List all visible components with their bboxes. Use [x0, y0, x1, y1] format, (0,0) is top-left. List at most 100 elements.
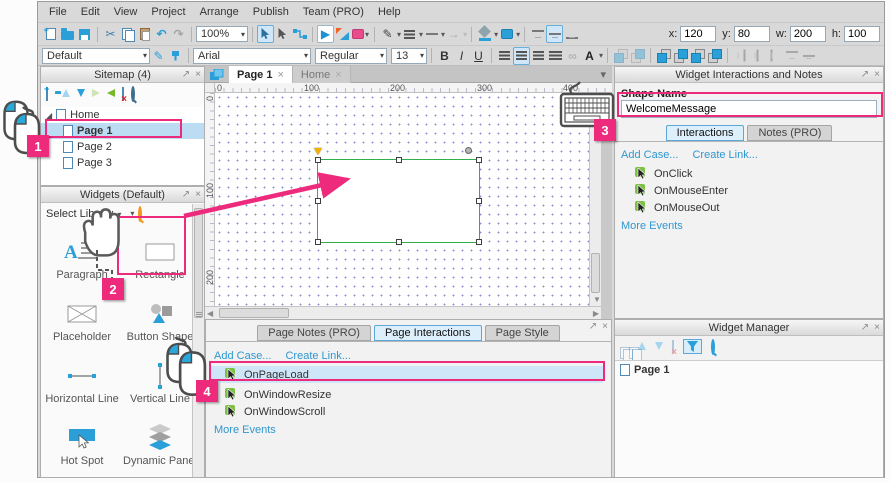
widget-dynamic-panel[interactable]: Dynamic Panel — [123, 421, 197, 467]
tab-home[interactable]: Home× — [293, 66, 351, 83]
new-file-button[interactable] — [42, 25, 59, 43]
widgets-scrollbar[interactable] — [192, 204, 204, 477]
widget-rectangle[interactable]: Rectangle — [123, 235, 197, 281]
align-right-edges-button[interactable] — [766, 47, 783, 65]
valign-top-button[interactable] — [529, 25, 546, 43]
valign-bottom-button[interactable] — [563, 25, 580, 43]
widget-partial-right[interactable] — [123, 469, 197, 478]
create-link-link[interactable]: Create Link... — [692, 149, 757, 161]
y-field[interactable] — [734, 26, 770, 42]
group-button[interactable] — [612, 47, 629, 65]
widget-vertical-line[interactable]: Vertical Line — [123, 359, 197, 405]
undock-icon[interactable]: ↗ — [861, 67, 869, 82]
event-onwindowscroll[interactable]: OnWindowScroll — [209, 403, 603, 420]
tab-notes[interactable]: Notes (PRO) — [747, 125, 832, 141]
shape-name-input[interactable] — [621, 100, 877, 118]
create-link-link[interactable]: Create Link... — [285, 350, 350, 362]
menu-edit[interactable]: Edit — [74, 3, 107, 21]
widget-button-shape[interactable]: Button Shape — [123, 297, 197, 343]
cut-button[interactable]: ✂ — [102, 25, 119, 43]
widget-horizontal-line[interactable]: Horizontal Line — [45, 359, 119, 405]
align-tops-button[interactable] — [783, 47, 800, 65]
send-backward-button[interactable] — [706, 47, 723, 65]
resize-handle-w[interactable] — [315, 198, 321, 204]
event-onmouseout[interactable]: OnMouseOut — [635, 199, 728, 216]
connect-mode-button[interactable] — [291, 25, 308, 43]
tab-page-interactions[interactable]: Page Interactions — [374, 325, 482, 341]
event-onpageload[interactable]: OnPageLoad — [209, 366, 603, 383]
align-center-button[interactable] — [513, 47, 530, 65]
menu-team[interactable]: Team (PRO) — [296, 3, 371, 21]
event-onmouseenter[interactable]: OnMouseEnter — [635, 182, 728, 199]
close-icon[interactable]: × — [195, 187, 201, 202]
close-icon[interactable]: × — [195, 67, 201, 82]
manager-item-page1[interactable]: Page 1 — [615, 361, 883, 379]
resize-handle-s[interactable] — [396, 239, 402, 245]
open-button[interactable] — [59, 25, 76, 43]
menu-help[interactable]: Help — [371, 3, 408, 21]
tab-page-style[interactable]: Page Style — [485, 325, 560, 341]
italic-button[interactable]: I — [453, 47, 470, 65]
font-color-button[interactable]: A — [581, 47, 598, 65]
save-button[interactable] — [76, 25, 93, 43]
line-weight-button[interactable] — [401, 25, 418, 43]
font-select[interactable]: Arial▾ — [193, 48, 311, 64]
preview-button[interactable]: ▶ — [317, 25, 334, 43]
add-page-button[interactable] — [46, 88, 48, 100]
arrow-style-button[interactable]: → — [445, 25, 462, 43]
align-centers-button[interactable] — [749, 47, 766, 65]
insert-link-button[interactable]: ∞ — [564, 47, 581, 65]
indent-button[interactable] — [92, 88, 100, 100]
menu-view[interactable]: View — [107, 3, 145, 21]
close-icon[interactable]: × — [874, 67, 880, 82]
menu-project[interactable]: Project — [144, 3, 192, 21]
sitemap-search-button[interactable] — [131, 88, 135, 100]
outdent-button[interactable] — [107, 88, 115, 100]
tree-item-page2[interactable]: Page 2 — [41, 139, 204, 155]
select-intersect-button[interactable] — [274, 25, 291, 43]
x-field[interactable] — [680, 26, 716, 42]
copy-button[interactable] — [119, 25, 136, 43]
tree-item-home[interactable]: ◢ Home — [41, 107, 204, 123]
widget-paragraph[interactable]: A Paragraph — [45, 235, 119, 281]
h-field[interactable] — [844, 26, 880, 42]
line-style-button[interactable] — [423, 25, 440, 43]
delete-page-button[interactable] — [122, 88, 124, 100]
scrollbar-thumb[interactable] — [194, 208, 203, 318]
undo-button[interactable]: ↶ — [153, 25, 170, 43]
resize-handle-ne[interactable] — [476, 157, 482, 163]
tab-page1[interactable]: Page 1× — [229, 66, 293, 83]
filter-button[interactable] — [683, 339, 702, 354]
undock-icon[interactable]: ↗ — [861, 320, 869, 335]
more-events-link[interactable]: More Events — [214, 424, 276, 436]
publish-button[interactable]: ▾ — [351, 25, 370, 43]
add-case-link[interactable]: Add Case... — [621, 149, 678, 161]
manager-search-button[interactable] — [711, 341, 715, 353]
align-left-edges-button[interactable] — [732, 47, 749, 65]
widget-style-select[interactable]: Default▾ — [42, 48, 150, 64]
tab-page-notes[interactable]: Page Notes (PRO) — [257, 325, 371, 341]
select-mode-button[interactable] — [257, 25, 274, 43]
widgets-search-button[interactable] — [138, 208, 142, 220]
bring-to-front-button[interactable] — [655, 47, 672, 65]
w-field[interactable] — [790, 26, 826, 42]
resize-handle-n[interactable] — [396, 157, 402, 163]
scroll-left-icon[interactable]: ◀ — [207, 309, 213, 319]
widget-partial-left[interactable] — [45, 469, 119, 478]
undock-icon[interactable]: ↗ — [182, 67, 190, 82]
resize-handle-sw[interactable] — [315, 239, 321, 245]
tree-item-page3[interactable]: Page 3 — [41, 155, 204, 171]
share-button[interactable] — [334, 25, 351, 43]
event-onwindowresize[interactable]: OnWindowResize — [209, 386, 603, 403]
menu-file[interactable]: File — [42, 3, 74, 21]
font-size-select[interactable]: 13▾ — [391, 48, 427, 64]
resize-handle-e[interactable] — [476, 198, 482, 204]
menu-arrange[interactable]: Arrange — [193, 3, 246, 21]
align-right-button[interactable] — [530, 47, 547, 65]
ungroup-button[interactable] — [629, 47, 646, 65]
event-onclick[interactable]: OnClick — [635, 165, 728, 182]
bold-button[interactable]: B — [436, 47, 453, 65]
tree-item-page1[interactable]: Page 1 — [41, 123, 204, 139]
format-painter-button[interactable] — [167, 47, 184, 65]
rotate-handle[interactable] — [465, 147, 472, 154]
